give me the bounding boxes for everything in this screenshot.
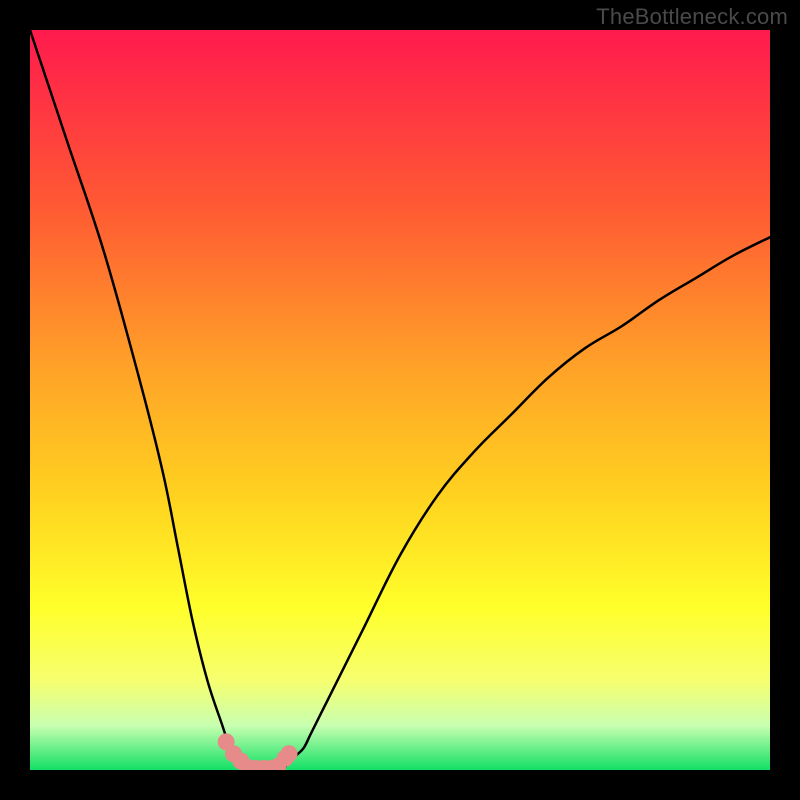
gradient-background [30, 30, 770, 770]
chart-canvas: TheBottleneck.com [0, 0, 800, 800]
curve-marker [281, 745, 298, 762]
watermark-text: TheBottleneck.com [596, 4, 788, 30]
plot-area [30, 30, 770, 770]
plot-svg [30, 30, 770, 770]
